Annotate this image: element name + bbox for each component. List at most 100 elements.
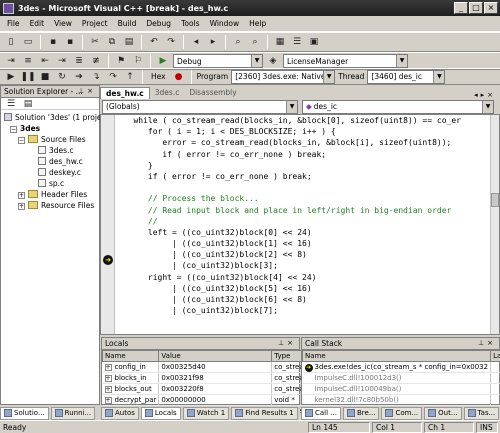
- properties-icon[interactable]: ☰: [4, 97, 18, 110]
- step-over-icon[interactable]: ↷: [106, 70, 120, 83]
- table-row[interactable]: ImpulseC.dll!100049ba(): [302, 383, 500, 395]
- menu-view[interactable]: View: [49, 19, 77, 28]
- tab-task-list[interactable]: Tas...: [463, 406, 500, 420]
- table-row[interactable]: ImpulseC.dll!100012d3(): [302, 372, 500, 384]
- indent-icon[interactable]: ⇤: [38, 55, 52, 68]
- vertical-scrollbar[interactable]: [490, 115, 499, 334]
- navigate-forward-icon[interactable]: ▸: [206, 36, 220, 49]
- outdent-icon[interactable]: ⇥: [55, 55, 69, 68]
- stop-icon[interactable]: ■: [38, 70, 52, 83]
- format-icon[interactable]: ≡: [21, 55, 35, 68]
- tab-locals[interactable]: Locals: [140, 406, 181, 420]
- table-row[interactable]: + blocks_out 0x003220f8 co_strear: [102, 383, 310, 395]
- tab-autos[interactable]: Autos: [101, 406, 139, 420]
- column-name[interactable]: Name: [101, 350, 160, 362]
- pin-close-icon[interactable]: ⊥×: [78, 87, 96, 95]
- play-icon[interactable]: ▶: [4, 70, 18, 83]
- break-all-icon[interactable]: ❚❚: [20, 70, 35, 83]
- tree-folder-header[interactable]: + Header Files: [4, 189, 99, 200]
- column-name[interactable]: Name: [301, 350, 492, 362]
- hex-button[interactable]: Hex: [148, 72, 169, 81]
- table-row[interactable]: ➔ 3des.exe!des_ic(co_stream_s * config_in…: [302, 361, 500, 373]
- menu-window[interactable]: Window: [205, 19, 245, 28]
- cut-icon[interactable]: ✂: [88, 36, 102, 49]
- toolbox-icon[interactable]: ▣: [307, 36, 321, 49]
- local-value[interactable]: 0x00321f98: [158, 372, 273, 384]
- tree-file[interactable]: deskey.c: [4, 167, 99, 178]
- step-into-icon[interactable]: ↴: [89, 70, 103, 83]
- tree-file[interactable]: 3des.c: [4, 145, 99, 156]
- function-dropdown[interactable]: ◆ des_ic ▼: [302, 99, 494, 114]
- local-value[interactable]: 0x003220f8: [158, 383, 273, 395]
- local-value[interactable]: 0x00000000: [158, 394, 273, 406]
- tab-find-results[interactable]: Find Results 1: [231, 406, 298, 420]
- collapse-icon[interactable]: −: [10, 126, 17, 133]
- tree-solution[interactable]: Solution '3des' (1 project): [4, 112, 112, 123]
- expand-icon[interactable]: +: [18, 203, 25, 210]
- show-next-statement-icon[interactable]: ➔: [72, 70, 86, 83]
- step-icon[interactable]: ⇥: [4, 55, 18, 68]
- expand-icon[interactable]: +: [104, 364, 112, 371]
- table-row[interactable]: + config_in 0x00325d40 co_strear: [102, 361, 310, 373]
- menu-build[interactable]: Build: [113, 19, 142, 28]
- tree-file[interactable]: sp.c: [4, 178, 99, 189]
- redo-icon[interactable]: ↷: [164, 36, 178, 49]
- maximize-button[interactable]: □: [469, 2, 483, 14]
- properties-icon[interactable]: ☰: [290, 36, 304, 49]
- tab-call-stack[interactable]: Call ...: [301, 406, 341, 420]
- navigate-back-icon[interactable]: ◂: [189, 36, 203, 49]
- menu-debug[interactable]: Debug: [141, 19, 176, 28]
- globals-dropdown[interactable]: (Globals) ▼: [102, 99, 298, 114]
- tab-command[interactable]: Com...: [381, 406, 423, 420]
- minimize-button[interactable]: _: [454, 2, 468, 14]
- startup-project-dropdown[interactable]: LicenseManager ▼: [283, 54, 408, 68]
- tree-folder-resource[interactable]: + Resource Files: [4, 200, 99, 211]
- solution-explorer-icon[interactable]: ▦: [273, 36, 287, 49]
- tab-nav-icon[interactable]: ◂▸×: [474, 91, 500, 99]
- menu-tools[interactable]: Tools: [176, 19, 204, 28]
- local-value[interactable]: 0x00325d40: [158, 361, 273, 373]
- expand-icon[interactable]: +: [18, 192, 25, 199]
- tab-breakpoints[interactable]: Bre...: [342, 406, 380, 420]
- tab-output[interactable]: Out...: [424, 406, 462, 420]
- menu-edit[interactable]: Edit: [25, 19, 50, 28]
- undo-icon[interactable]: ↶: [147, 36, 161, 49]
- tab-running-documents[interactable]: Runni...: [50, 406, 96, 420]
- find-in-files-icon[interactable]: ⌕: [248, 36, 262, 49]
- code-editor[interactable]: ➔ while ( co_stream_read(blocks_in, &blo…: [100, 114, 500, 335]
- tab-watch[interactable]: Watch 1: [182, 406, 230, 420]
- continue-icon[interactable]: ▶: [156, 55, 170, 68]
- table-row[interactable]: + decrypt_par 0x00000000 void *: [102, 394, 310, 406]
- find-icon[interactable]: ⌕: [231, 36, 245, 49]
- save-all-icon[interactable]: ▪: [63, 36, 77, 49]
- pin-close-icon[interactable]: ⊥×: [478, 339, 496, 347]
- tab-disassembly[interactable]: Disassembly: [184, 87, 241, 99]
- breakpoints-icon[interactable]: ●: [172, 70, 186, 83]
- expand-icon[interactable]: +: [104, 375, 112, 382]
- uncomment-icon[interactable]: ≢: [89, 55, 103, 68]
- table-row[interactable]: + blocks_in 0x00321f98 co_strear: [102, 372, 310, 384]
- save-icon[interactable]: ▪: [46, 36, 60, 49]
- thread-dropdown[interactable]: [3460] des_ic ▼: [367, 69, 446, 84]
- collapse-icon[interactable]: −: [18, 137, 25, 144]
- paste-icon[interactable]: ▤: [122, 36, 136, 49]
- menu-file[interactable]: File: [2, 19, 25, 28]
- menu-help[interactable]: Help: [244, 19, 271, 28]
- copy-icon[interactable]: ⧉: [105, 36, 119, 49]
- pin-close-icon[interactable]: ⊥×: [278, 339, 296, 347]
- tree-project[interactable]: −3des: [4, 123, 99, 134]
- table-row[interactable]: kernel32.dll!7c80b50b(): [302, 394, 500, 406]
- comment-icon[interactable]: ≣: [72, 55, 86, 68]
- configuration-dropdown[interactable]: Debug ▼: [173, 54, 263, 68]
- close-button[interactable]: ×: [484, 2, 498, 14]
- bookmark-icon[interactable]: ⚑: [114, 55, 128, 68]
- next-bookmark-icon[interactable]: ⚐: [131, 55, 145, 68]
- tree-folder-source[interactable]: − Source Files: [4, 134, 99, 145]
- column-value[interactable]: Value: [158, 350, 273, 362]
- tab-des-hw[interactable]: des_hw.c: [100, 87, 150, 99]
- new-file-icon[interactable]: ▯: [4, 36, 18, 49]
- open-folder-icon[interactable]: ▭: [21, 36, 35, 49]
- tab-3des[interactable]: 3des.c: [150, 87, 185, 99]
- tree-file[interactable]: des_hw.c: [4, 156, 99, 167]
- editor-gutter[interactable]: [101, 115, 115, 334]
